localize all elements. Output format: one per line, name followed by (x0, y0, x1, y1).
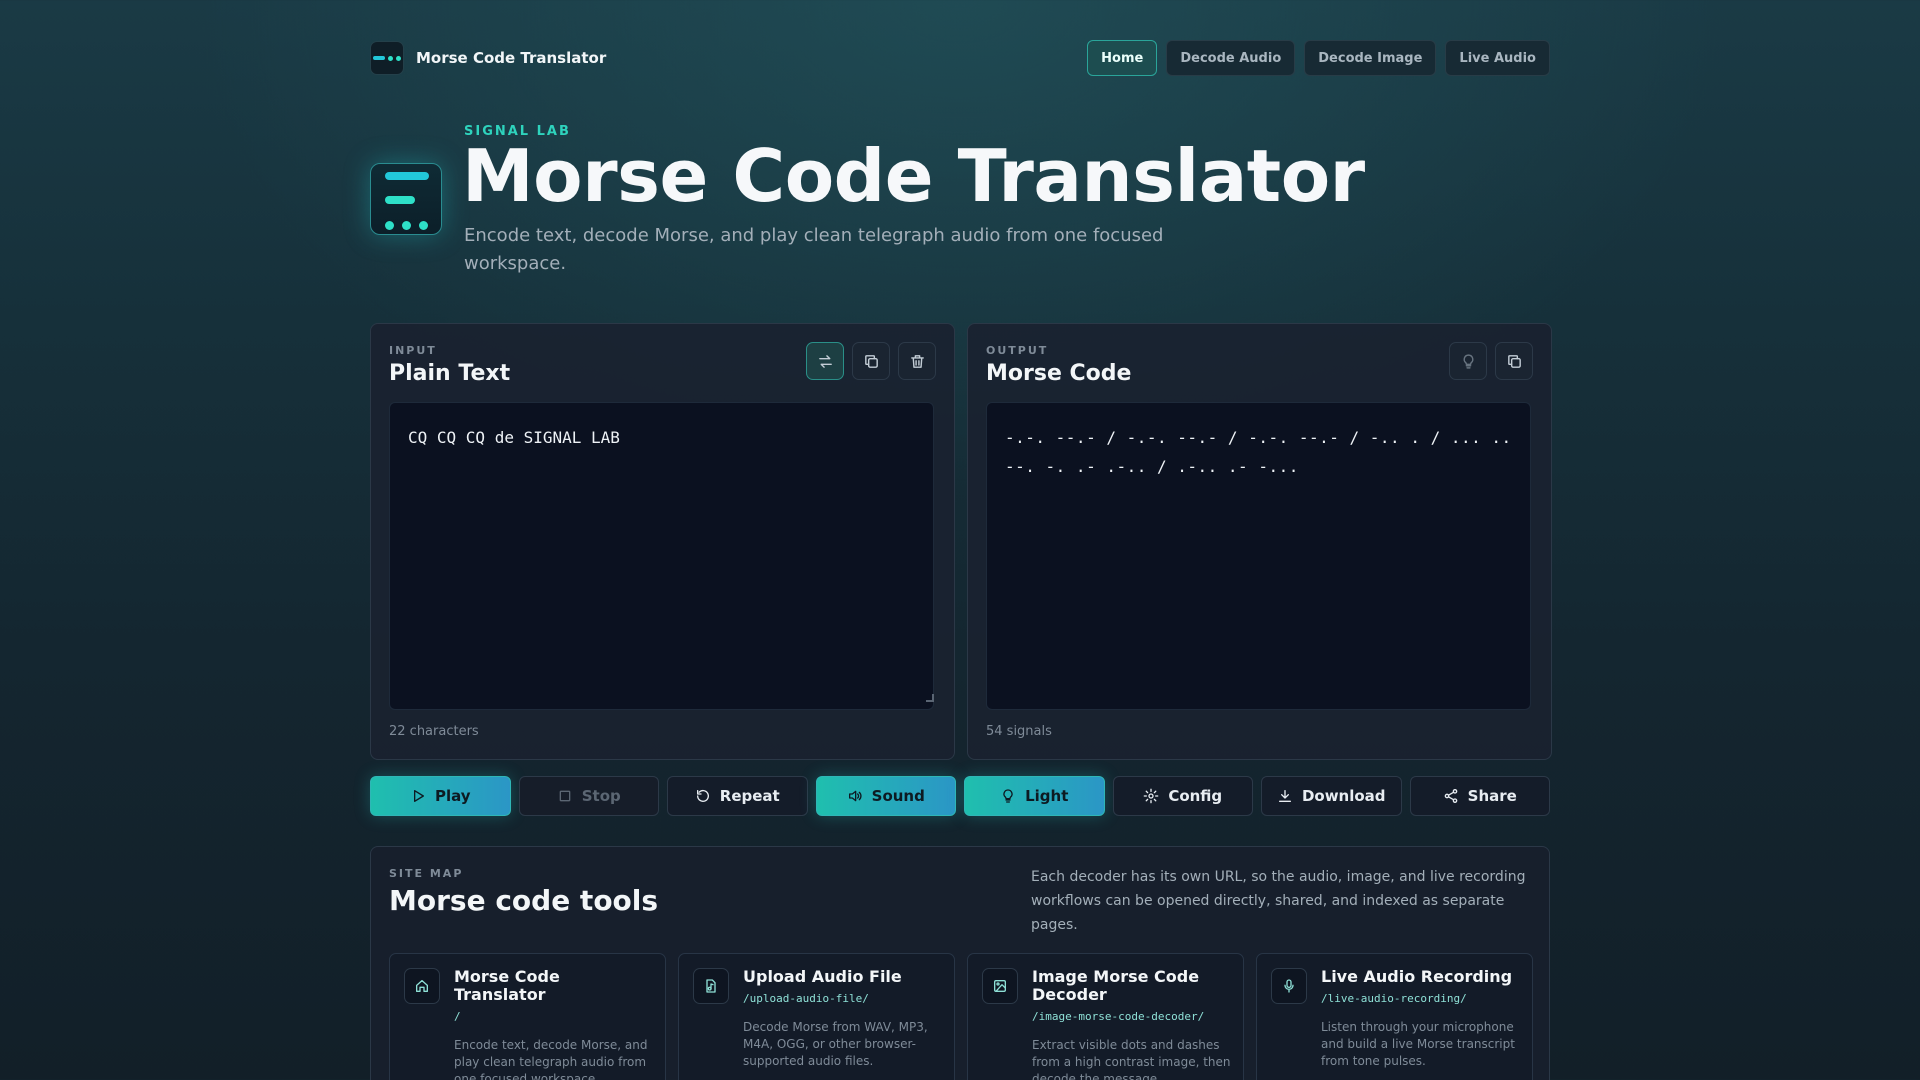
tool-card-title: Live Audio Recording (1321, 967, 1513, 986)
home-icon (404, 968, 440, 1004)
repeat-button[interactable]: Repeat (667, 776, 808, 816)
sound-toggle[interactable]: Sound (815, 776, 956, 816)
brand-logo-icon (370, 41, 404, 75)
output-panel-eyebrow: OUTPUT (986, 344, 1049, 357)
nav-link-live-audio[interactable]: Live Audio (1445, 40, 1550, 76)
config-button[interactable]: Config (1112, 776, 1253, 816)
input-panel-tools (806, 342, 936, 380)
site-map-section: SITE MAP Morse code tools Each decoder h… (370, 846, 1550, 1080)
clear-input-button[interactable] (898, 342, 936, 380)
tool-card-image-decoder[interactable]: Image Morse Code Decoder /image-morse-co… (967, 953, 1244, 1080)
share-button-label: Share (1467, 787, 1517, 805)
swap-button[interactable] (806, 342, 844, 380)
light-toggle-label: Light (1025, 787, 1069, 805)
share-button[interactable]: Share (1409, 776, 1550, 816)
image-icon (982, 968, 1018, 1004)
hero-signal-icon (370, 163, 442, 235)
swap-icon (818, 354, 832, 368)
page-title: Morse Code Translator (462, 134, 1365, 218)
hero-subtitle: Encode text, decode Morse, and play clea… (464, 225, 1164, 274)
copy-input-button[interactable] (852, 342, 890, 380)
tool-card-description: Extract visible dots and dashes from a h… (1032, 1038, 1231, 1080)
nav-link-decode-image[interactable]: Decode Image (1304, 40, 1437, 76)
site-map-description: Each decoder has its own URL, so the aud… (1031, 869, 1526, 933)
input-panel-title: Plain Text (389, 361, 511, 386)
audio-file-icon (693, 968, 729, 1004)
play-button-label: Play (434, 787, 471, 805)
top-navigation: Morse Code Translator Home Decode Audio … (370, 40, 1550, 76)
tool-cards: Morse Code Translator / Encode text, dec… (389, 953, 1533, 1080)
tool-card-title: Upload Audio File (743, 967, 902, 986)
nav-links: Home Decode Audio Decode Image Live Audi… (1087, 40, 1550, 76)
output-panel: OUTPUT Morse Code -.-. --.- / -.-. --.- … (967, 323, 1552, 760)
tool-card-path: /upload-audio-file/ (743, 992, 869, 1005)
speaker-icon (848, 790, 862, 802)
gear-icon (1143, 788, 1159, 804)
download-button[interactable]: Download (1261, 776, 1402, 816)
config-button-label: Config (1168, 787, 1223, 805)
playback-actions: Play Stop Repeat Sound Light Config Down… (370, 776, 1550, 816)
output-panel-tools (1449, 342, 1533, 380)
tool-card-path: /live-audio-recording/ (1321, 992, 1467, 1005)
nav-link-home[interactable]: Home (1087, 40, 1158, 76)
microphone-icon (1271, 968, 1307, 1004)
light-toggle[interactable]: Light (964, 776, 1105, 816)
brand[interactable]: Morse Code Translator (370, 41, 606, 75)
brand-name: Morse Code Translator (416, 49, 607, 67)
input-panel: INPUT Plain Text CQ CQ CQ de SIGNAL LAB … (370, 323, 955, 760)
download-icon (1278, 790, 1291, 802)
input-panel-eyebrow: INPUT (389, 344, 437, 357)
tool-card-path: /image-morse-code-decoder/ (1032, 1010, 1205, 1023)
stop-icon (559, 790, 571, 802)
light-preview-button[interactable] (1449, 342, 1487, 380)
trash-icon (910, 354, 924, 368)
tool-card-description: Decode Morse from WAV, MP3, M4A, OGG, or… (743, 1020, 928, 1068)
site-map-eyebrow: SITE MAP (389, 867, 464, 880)
share-icon (1444, 789, 1457, 803)
stop-button[interactable]: Stop (518, 776, 659, 816)
copy-icon (1507, 354, 1521, 368)
repeat-icon (696, 789, 709, 802)
play-icon (413, 790, 424, 802)
tool-card-description: Listen through your microphone and build… (1321, 1020, 1515, 1068)
repeat-button-label: Repeat (719, 787, 780, 805)
lightbulb-icon (1003, 789, 1013, 803)
copy-output-button[interactable] (1495, 342, 1533, 380)
tool-card-upload-audio[interactable]: Upload Audio File /upload-audio-file/ De… (678, 953, 955, 1080)
signal-count: 54 signals (986, 724, 1052, 739)
sound-toggle-label: Sound (871, 787, 925, 805)
tool-card-translator[interactable]: Morse Code Translator / Encode text, dec… (389, 953, 666, 1080)
download-button-label: Download (1301, 787, 1386, 805)
character-count: 22 characters (389, 724, 479, 739)
nav-link-decode-audio[interactable]: Decode Audio (1166, 40, 1296, 76)
site-map-title: Morse code tools (389, 884, 659, 917)
tool-card-live-audio[interactable]: Live Audio Recording /live-audio-recordi… (1256, 953, 1533, 1080)
copy-icon (864, 354, 878, 368)
lightbulb-icon (1463, 353, 1473, 369)
resize-handle[interactable] (926, 694, 934, 702)
morse-code-output[interactable]: -.-. --.- / -.-. --.- / -.-. --.- / -.. … (986, 402, 1531, 710)
tool-card-path: / (454, 1010, 461, 1023)
plain-text-input[interactable]: CQ CQ CQ de SIGNAL LAB (389, 402, 934, 710)
tool-card-title: Morse Code Translator (454, 967, 560, 1004)
output-panel-title: Morse Code (986, 361, 1132, 386)
tool-card-title: Image Morse Code Decoder (1032, 967, 1200, 1004)
play-button[interactable]: Play (370, 776, 511, 816)
tool-card-description: Encode text, decode Morse, and play clea… (454, 1038, 648, 1080)
stop-button-label: Stop (581, 787, 621, 805)
